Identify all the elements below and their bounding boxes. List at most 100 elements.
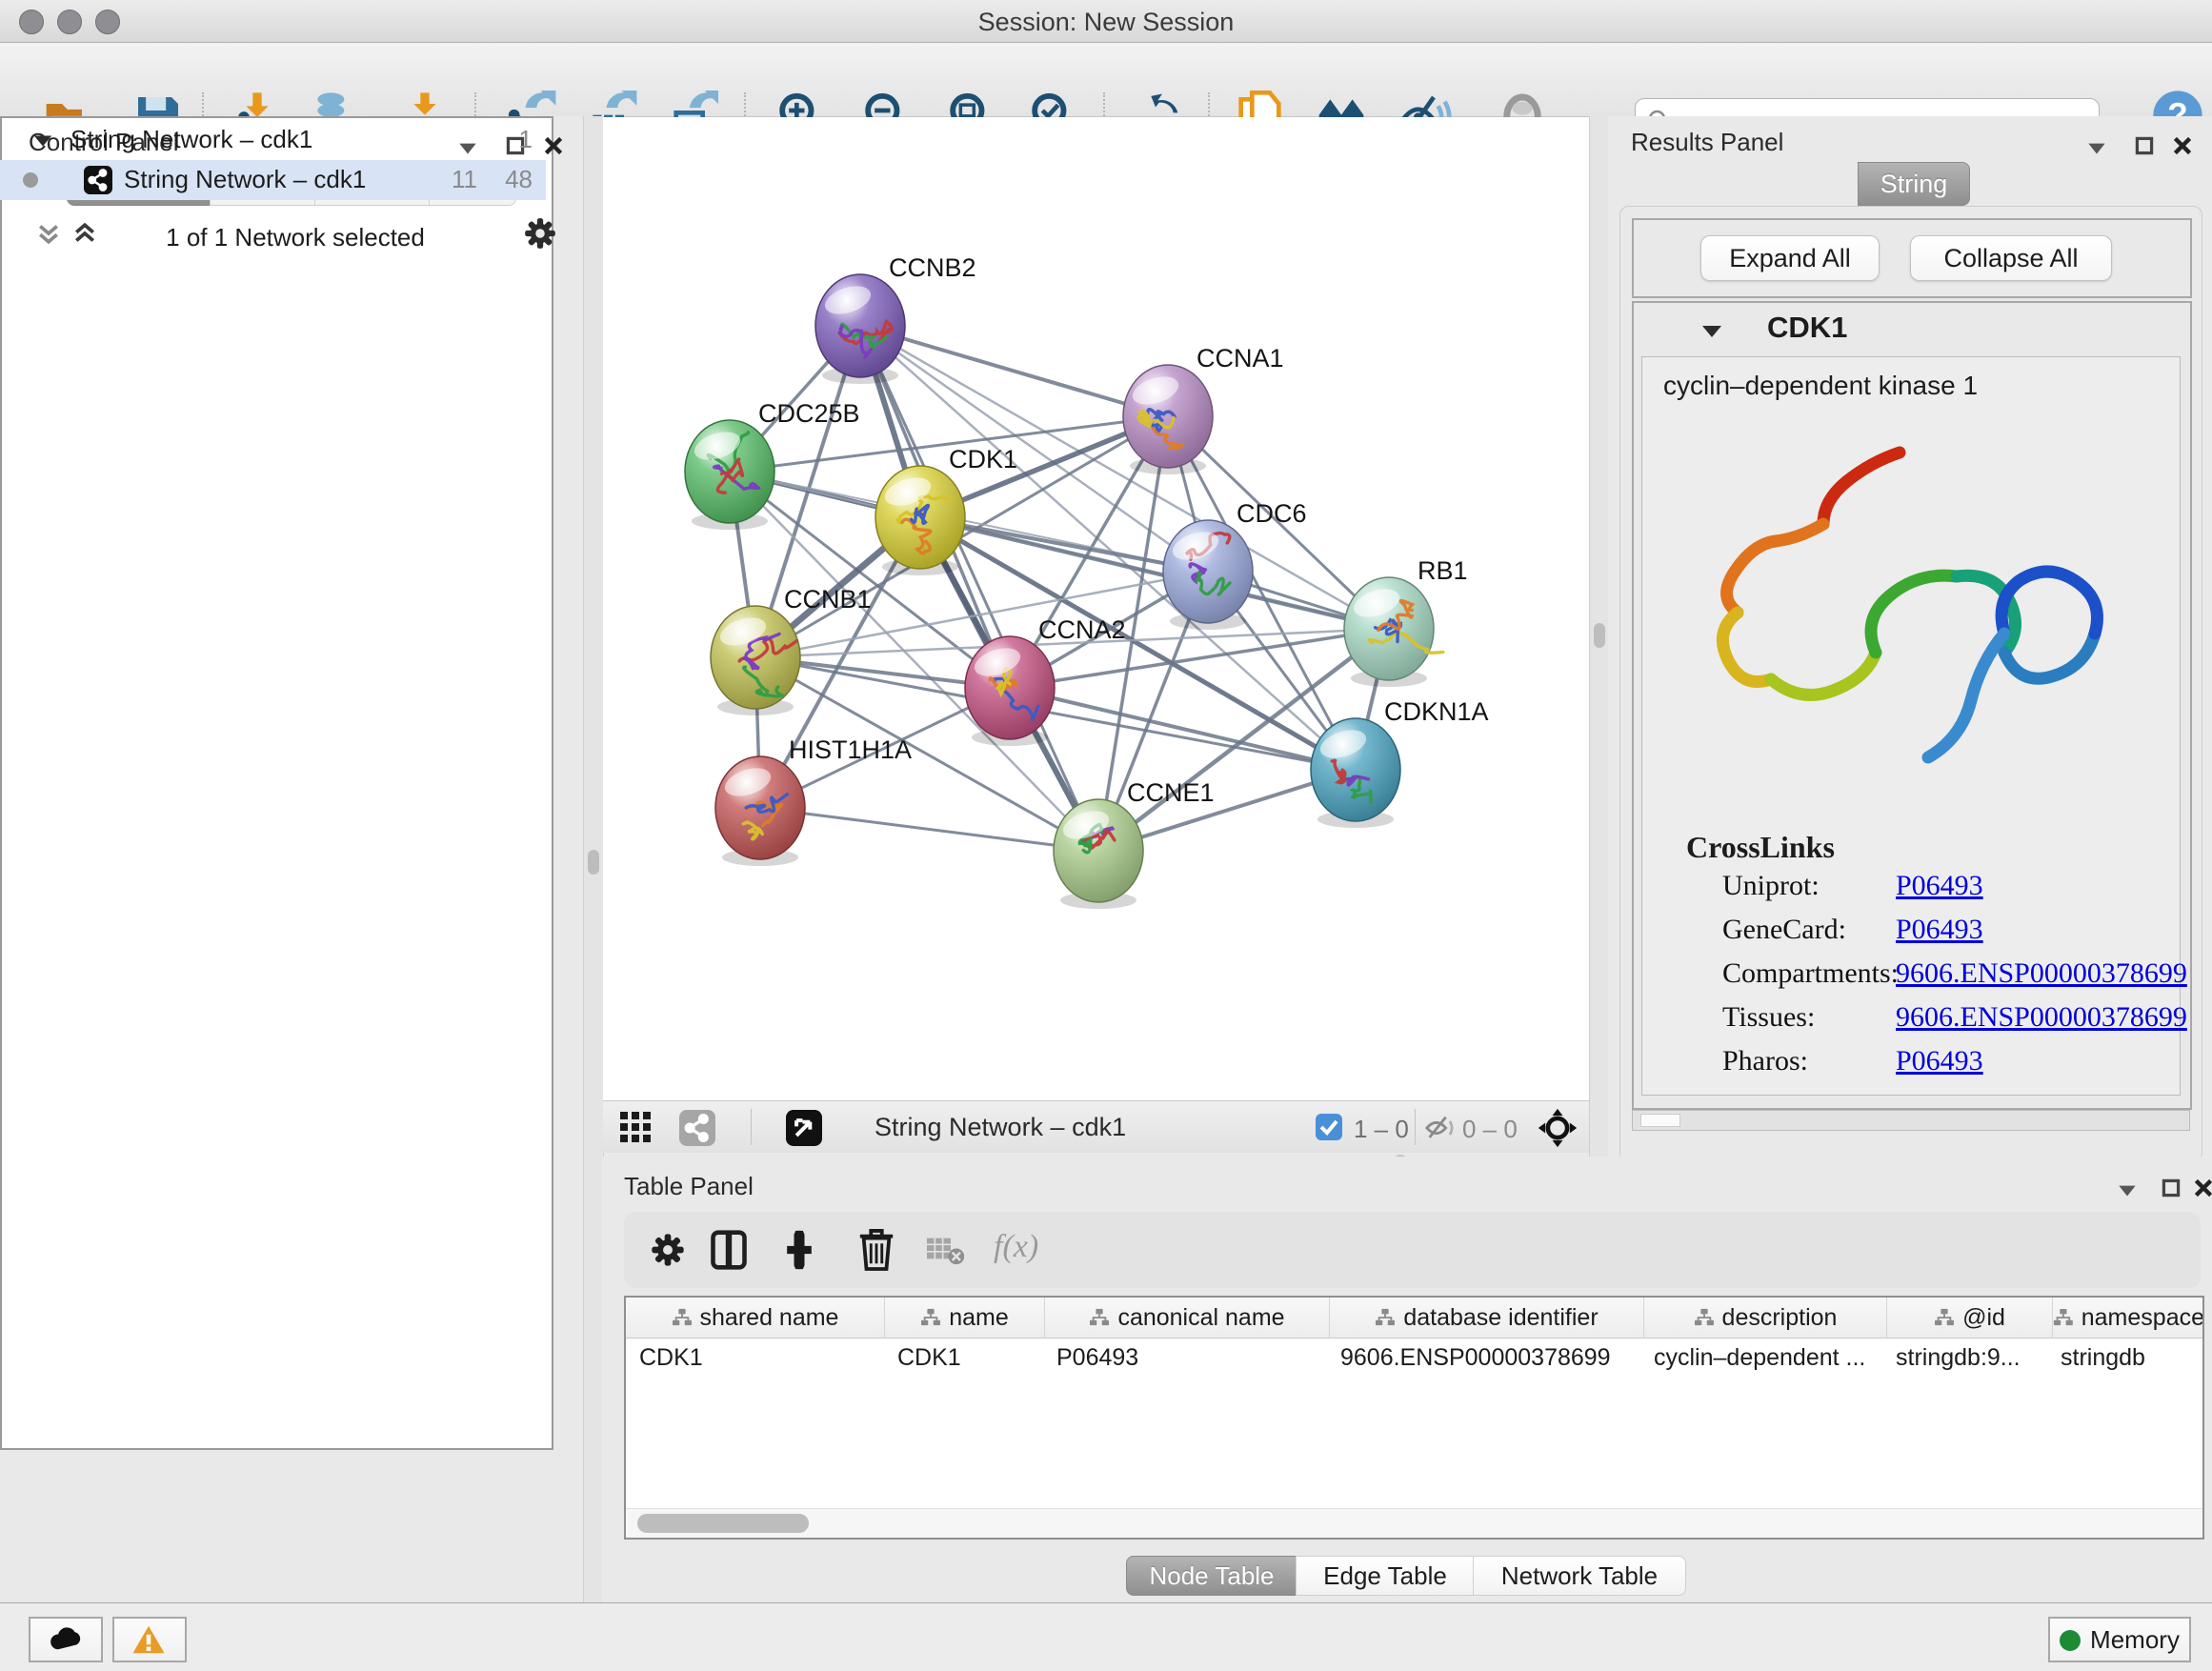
application-window: Session: New Session ? Control Panel: [0, 0, 2212, 1671]
memory-status-dot: [2060, 1630, 2081, 1651]
network-node[interactable]: [1123, 365, 1213, 468]
network-node[interactable]: [1311, 718, 1400, 821]
column-header-label: shared name: [700, 1304, 839, 1332]
crosslink-link[interactable]: P06493: [1896, 1045, 1983, 1077]
node-label: CCNA1: [1196, 344, 1284, 372]
column-header-label: @id: [1962, 1304, 2005, 1332]
close-panel-icon[interactable]: [2191, 1176, 2212, 1200]
table-cell[interactable]: cyclin–dependent ...: [1640, 1339, 1882, 1377]
network-edge[interactable]: [860, 326, 1168, 416]
column-header-label: description: [1722, 1304, 1838, 1332]
network-node[interactable]: [965, 636, 1055, 739]
fit-selected-crosshair-icon[interactable]: [1537, 1107, 1579, 1149]
network-node[interactable]: [875, 466, 965, 569]
grid-view-icon[interactable]: [620, 1112, 653, 1144]
cloud-status-button[interactable]: [29, 1617, 103, 1662]
gene-description: cyclin–dependent kinase 1: [1663, 371, 1978, 401]
tab-network-table[interactable]: Network Table: [1473, 1556, 1686, 1596]
memory-label: Memory: [2090, 1625, 2180, 1654]
network-node[interactable]: [1054, 799, 1143, 902]
gene-details: cyclin–dependent kinase 1 CrossLink: [1641, 356, 2181, 1096]
network-row-selected[interactable]: String Network – cdk1 11 48: [0, 160, 546, 200]
network-node[interactable]: [815, 274, 905, 377]
results-hscroll-thumb[interactable]: [1640, 1114, 1680, 1127]
maximize-panel-icon[interactable]: [2132, 133, 2157, 158]
float-panel-icon[interactable]: [2084, 135, 2109, 160]
network-graph[interactable]: CCNB2CCNA1CDC25BCDK1CDC6RB1CCNB1CCNA2CDK…: [603, 117, 1589, 1100]
selected-checkbox-icon[interactable]: [1316, 1114, 1342, 1140]
table-hscrollbar[interactable]: [626, 1508, 2202, 1538]
column-header[interactable]: @id: [1887, 1298, 2053, 1338]
network-edge[interactable]: [760, 808, 1098, 851]
crosslink-label: Pharos:: [1722, 1045, 1808, 1077]
table-cell[interactable]: stringdb: [2047, 1339, 2199, 1377]
crosslink-link[interactable]: 9606.ENSP00000378699: [1896, 957, 2187, 990]
node-count: 11: [452, 165, 477, 194]
column-header[interactable]: description: [1644, 1298, 1887, 1338]
collapse-all-icon[interactable]: [34, 219, 63, 248]
results-panel-title: Results Panel: [1631, 128, 1783, 157]
right-splitter-handle[interactable]: [1594, 623, 1605, 648]
delete-table-icon: [927, 1237, 965, 1265]
expand-all-button[interactable]: Expand All: [1700, 235, 1880, 281]
column-header[interactable]: shared name: [626, 1298, 885, 1338]
table-row[interactable]: CDK1CDK1P064939606.ENSP00000378699cyclin…: [626, 1339, 2202, 1377]
network-node[interactable]: [1163, 520, 1253, 623]
column-header[interactable]: canonical name: [1045, 1298, 1330, 1338]
table-cell[interactable]: 9606.ENSP00000378699: [1327, 1339, 1640, 1377]
column-header[interactable]: database identifier: [1330, 1298, 1644, 1338]
network-node[interactable]: [1344, 577, 1443, 680]
warnings-button[interactable]: [112, 1617, 187, 1662]
tab-string[interactable]: String: [1858, 162, 1970, 206]
table-cell[interactable]: stringdb:9...: [1882, 1339, 2047, 1377]
delete-column-icon[interactable]: [856, 1227, 896, 1271]
column-type-icon: [1694, 1308, 1715, 1327]
tab-edge-table[interactable]: Edge Table: [1296, 1556, 1475, 1596]
crosslink-link[interactable]: P06493: [1896, 870, 1983, 902]
left-splitter[interactable]: [583, 116, 604, 1602]
network-node[interactable]: [685, 420, 774, 523]
network-collection-row[interactable]: String Network – cdk1 1: [0, 120, 546, 160]
table-hscroll-thumb[interactable]: [637, 1514, 809, 1533]
collapse-all-button[interactable]: Collapse All: [1910, 235, 2112, 281]
table-cell[interactable]: P06493: [1043, 1339, 1327, 1377]
crosslink-link[interactable]: P06493: [1896, 914, 1983, 946]
maximize-panel-icon[interactable]: [2159, 1176, 2183, 1200]
expand-all-icon[interactable]: [70, 219, 99, 248]
network-edge[interactable]: [860, 326, 1098, 851]
close-panel-icon[interactable]: [2170, 133, 2195, 158]
right-splitter[interactable]: [1589, 116, 1610, 1157]
collection-name: String Network – cdk1: [70, 125, 312, 154]
tree-expander-icon[interactable]: [32, 131, 53, 151]
network-canvas[interactable]: CCNB2CCNA1CDC25BCDK1CDC6RB1CCNB1CCNA2CDK…: [603, 117, 1589, 1100]
column-type-icon: [1089, 1308, 1110, 1327]
network-selection-summary: 1 of 1 Network selected: [114, 223, 476, 252]
column-header[interactable]: namespace: [2053, 1298, 2204, 1338]
left-splitter-handle[interactable]: [588, 850, 599, 875]
gene-expander-icon[interactable]: [1700, 322, 1723, 341]
node-label: CDC25B: [758, 399, 860, 428]
node-table: shared name namecanonical namedatabase id…: [624, 1296, 2204, 1540]
detach-view-icon[interactable]: [786, 1110, 822, 1146]
node-label: RB1: [1418, 556, 1468, 585]
float-panel-icon[interactable]: [2115, 1178, 2140, 1202]
crosslink-link[interactable]: 9606.ENSP00000378699: [1896, 1001, 2187, 1034]
network-options-gear-icon[interactable]: [522, 215, 558, 252]
column-header[interactable]: name: [885, 1298, 1045, 1338]
table-cell[interactable]: CDK1: [884, 1339, 1043, 1377]
network-view-mode-icon[interactable]: [679, 1110, 715, 1146]
network-name: String Network – cdk1: [124, 165, 366, 194]
hidden-elements-icon[interactable]: [1424, 1114, 1457, 1142]
table-cell[interactable]: CDK1: [626, 1339, 884, 1377]
network-node[interactable]: [711, 606, 800, 709]
tab-node-table[interactable]: Node Table: [1126, 1556, 1297, 1596]
column-type-icon: [672, 1308, 693, 1327]
create-column-icon[interactable]: [778, 1229, 820, 1271]
string-network-icon: [84, 166, 112, 194]
results-hscrollbar[interactable]: [1632, 1110, 2190, 1131]
network-node[interactable]: [715, 756, 805, 859]
memory-button[interactable]: Memory: [2048, 1617, 2191, 1662]
table-options-gear-icon[interactable]: [649, 1231, 687, 1269]
show-columns-icon[interactable]: [708, 1229, 750, 1271]
crosslinks-list: Uniprot:P06493GeneCard:P06493Compartment…: [1642, 870, 2180, 1089]
